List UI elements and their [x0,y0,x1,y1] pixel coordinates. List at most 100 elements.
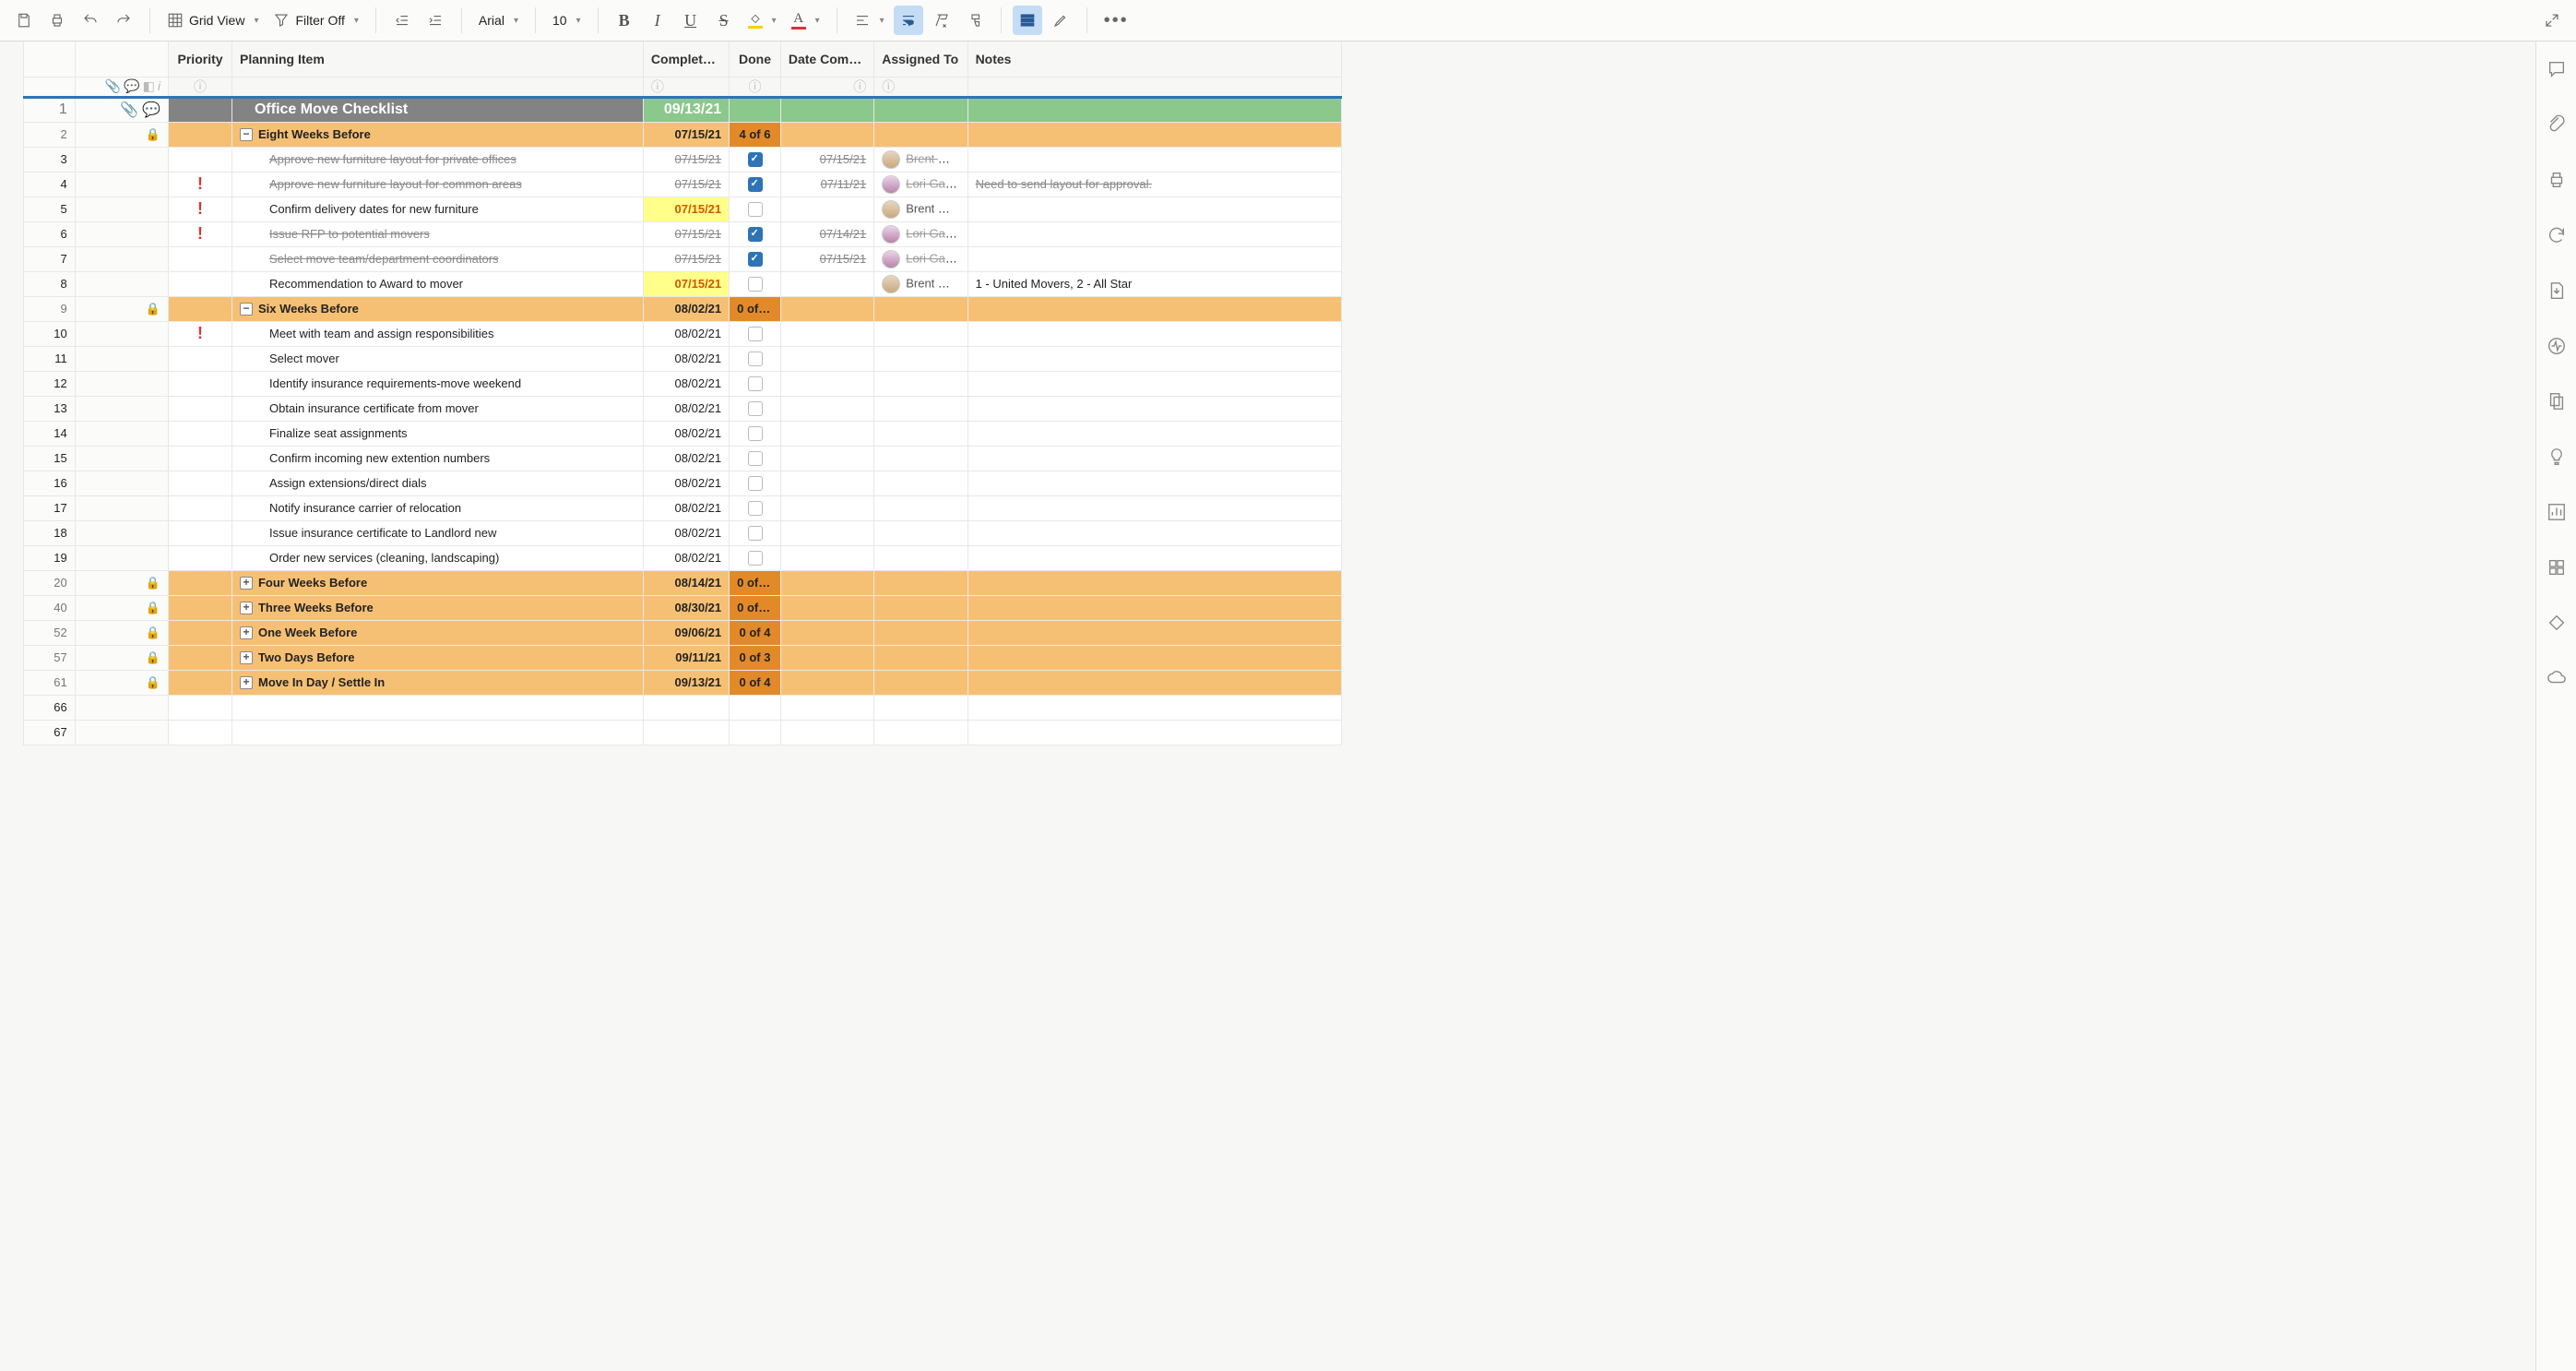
done-checkbox[interactable] [748,401,763,416]
done-cell[interactable]: 0 of 11 [730,595,781,620]
date-completed-cell[interactable] [780,645,873,670]
notes-cell[interactable] [967,122,1341,147]
expand-toggle[interactable]: + [240,577,253,590]
assigned-to-cell[interactable]: Brent Williams [874,197,967,221]
planning-item-cell[interactable]: Office Move Checklist [231,97,643,122]
assigned-to-cell[interactable] [874,620,967,645]
notes-cell[interactable] [967,570,1341,595]
assigned-to-cell[interactable]: Lori Garcia [874,221,967,246]
priority-cell[interactable] [169,396,232,421]
table-row[interactable]: 13Obtain insurance certificate from move… [24,396,1342,421]
done-cell[interactable] [730,97,781,122]
italic-button[interactable]: I [643,6,672,35]
complete-by-cell[interactable]: 08/02/21 [643,296,729,321]
planning-item-cell[interactable]: Select move team/department coordinators [231,246,643,271]
planning-item-cell[interactable]: Finalize seat assignments [231,421,643,446]
assigned-to-cell[interactable] [874,371,967,396]
table-row[interactable]: 52🔒+One Week Before09/06/210 of 4 [24,620,1342,645]
planning-item-cell[interactable]: Confirm delivery dates for new furniture [231,197,643,221]
complete-by-cell[interactable]: 09/06/21 [643,620,729,645]
lock-icon[interactable]: 🔒 [146,302,160,316]
expand-toggle[interactable]: − [240,303,253,316]
tips-panel-button[interactable] [2540,440,2573,473]
date-completed-cell[interactable]: 07/14/21 [780,221,873,246]
priority-cell[interactable] [169,471,232,495]
assigned-to-cell[interactable]: Lori Garcia [874,246,967,271]
table-row[interactable]: 18Issue insurance certificate to Landlor… [24,520,1342,545]
priority-cell[interactable] [169,645,232,670]
grid-view-picker[interactable]: Grid View [161,6,264,35]
date-completed-cell[interactable] [780,495,873,520]
done-checkbox[interactable] [748,426,763,441]
undo-button[interactable] [76,6,105,35]
row-number-cell[interactable]: 61 [24,670,76,695]
row-number-cell[interactable]: 13 [24,396,76,421]
done-checkbox[interactable] [748,252,763,267]
row-number-cell[interactable]: 19 [24,545,76,570]
priority-cell[interactable] [169,545,232,570]
date-completed-cell[interactable] [780,271,873,296]
date-completed-cell[interactable] [780,321,873,346]
font-size-picker[interactable]: 10 [547,6,587,35]
col-header-priority[interactable]: Priority [169,42,232,77]
date-completed-cell[interactable] [780,471,873,495]
table-row[interactable]: 40🔒+Three Weeks Before08/30/210 of 11 [24,595,1342,620]
row-number-cell[interactable]: 20 [24,570,76,595]
assigned-to-cell[interactable] [874,545,967,570]
complete-by-cell[interactable]: 09/11/21 [643,645,729,670]
notes-cell[interactable] [967,720,1341,745]
notes-cell[interactable]: Need to send layout for approval. [967,172,1341,197]
done-cell[interactable]: 4 of 6 [730,122,781,147]
planning-item-cell[interactable]: −Eight Weeks Before [231,122,643,147]
assigned-to-cell[interactable] [874,122,967,147]
table-row[interactable]: 9🔒−Six Weeks Before08/02/210 of 10 [24,296,1342,321]
notes-cell[interactable] [967,471,1341,495]
date-completed-cell[interactable] [780,620,873,645]
done-cell[interactable] [730,271,781,296]
priority-cell[interactable] [169,695,232,720]
complete-by-cell[interactable]: 08/14/21 [643,570,729,595]
done-cell[interactable] [730,471,781,495]
expand-toggle[interactable]: + [240,676,253,689]
done-cell[interactable]: 0 of 3 [730,645,781,670]
notes-cell[interactable] [967,246,1341,271]
notes-cell[interactable] [967,296,1341,321]
strikethrough-button[interactable]: S [709,6,739,35]
apps-panel-button[interactable] [2540,551,2573,584]
lock-icon[interactable]: 🔒 [146,675,160,689]
more-button[interactable]: ••• [1098,6,1134,35]
assigned-to-cell[interactable] [874,695,967,720]
priority-cell[interactable] [169,346,232,371]
row-number-cell[interactable]: 8 [24,271,76,296]
row-number-cell[interactable]: 57 [24,645,76,670]
conditional-format-button[interactable] [1013,6,1042,35]
planning-item-cell[interactable]: Meet with team and assign responsibiliti… [231,321,643,346]
done-checkbox[interactable] [748,152,763,167]
table-row[interactable]: 57🔒+Two Days Before09/11/210 of 3 [24,645,1342,670]
row-number-cell[interactable]: 66 [24,695,76,720]
planning-item-cell[interactable]: Notify insurance carrier of relocation [231,495,643,520]
expand-toggle[interactable]: + [240,651,253,664]
date-completed-cell[interactable] [780,346,873,371]
priority-cell[interactable]: ! [169,321,232,346]
done-cell[interactable] [730,695,781,720]
assigned-to-cell[interactable] [874,670,967,695]
complete-by-cell[interactable] [643,695,729,720]
assigned-to-cell[interactable] [874,446,967,471]
complete-by-cell[interactable]: 07/15/21 [643,246,729,271]
date-completed-cell[interactable] [780,695,873,720]
done-cell[interactable] [730,346,781,371]
highlighter-button[interactable] [1046,6,1075,35]
row-number-cell[interactable]: 52 [24,620,76,645]
priority-cell[interactable] [169,520,232,545]
done-checkbox[interactable] [748,177,763,192]
brand-panel-button[interactable] [2540,606,2573,639]
assigned-to-cell[interactable] [874,471,967,495]
notes-cell[interactable]: 1 - United Movers, 2 - All Star [967,271,1341,296]
import-panel-button[interactable] [2540,274,2573,307]
save-button[interactable] [9,6,39,35]
date-completed-cell[interactable] [780,595,873,620]
priority-cell[interactable] [169,97,232,122]
done-cell[interactable]: 0 of 12 [730,570,781,595]
planning-item-cell[interactable]: +Move In Day / Settle In [231,670,643,695]
